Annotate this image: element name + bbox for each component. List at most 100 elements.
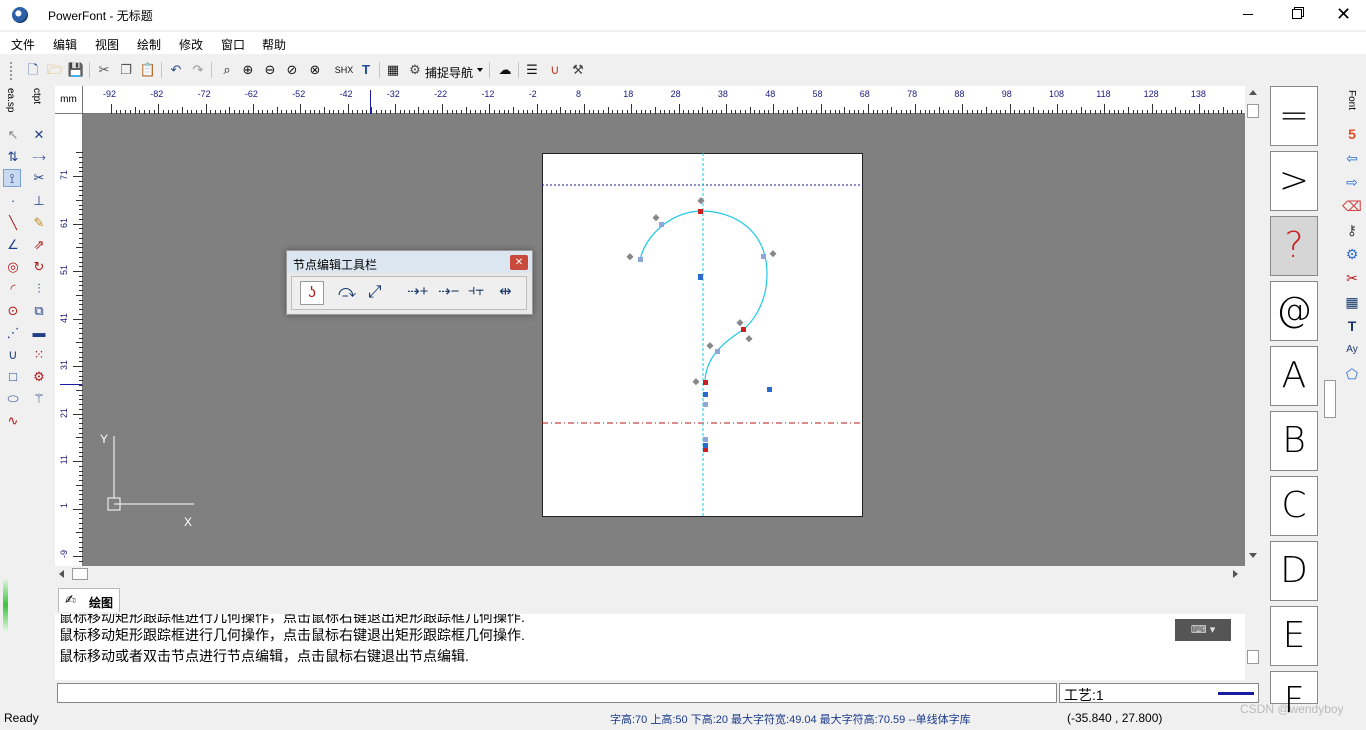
new-file-icon[interactable]: 🗋 bbox=[24, 61, 42, 79]
break-node-icon[interactable]: ⫞⫟ bbox=[468, 282, 485, 299]
text-list-icon[interactable]: ☰ bbox=[523, 61, 541, 79]
point-icon[interactable]: · bbox=[4, 192, 22, 210]
bezier-icon[interactable]: ∿ bbox=[4, 412, 22, 430]
scale-arrow-icon[interactable]: ⇗ bbox=[30, 236, 48, 254]
copy-icon[interactable]: ❐ bbox=[117, 61, 135, 79]
snap-gear-icon[interactable]: ⚙ bbox=[406, 61, 424, 79]
maximize-icon[interactable] bbox=[1292, 9, 1302, 19]
node-edit-icon[interactable]: ⟟ bbox=[3, 169, 21, 187]
snap-navigation-button[interactable]: 捕捉导航 bbox=[425, 64, 473, 81]
close-icon[interactable]: ✕ bbox=[1336, 4, 1351, 24]
menu-draw[interactable]: 绘制 bbox=[137, 36, 161, 53]
horizontal-scroll-thumb[interactable] bbox=[72, 568, 88, 580]
glyph-scroll-thumb[interactable] bbox=[1324, 380, 1336, 418]
glyph-cell[interactable]: B bbox=[1270, 411, 1318, 471]
scroll-left-arrow-icon[interactable] bbox=[59, 570, 64, 578]
grid-icon[interactable]: ▦ bbox=[384, 61, 402, 79]
array-icon[interactable]: ⁙ bbox=[30, 346, 48, 364]
glyph-cell-selected[interactable]: ? bbox=[1270, 216, 1318, 276]
select-arrow-icon[interactable]: ↖ bbox=[4, 126, 22, 144]
eraser-icon[interactable]: ⌫ bbox=[1342, 196, 1362, 216]
glyph-drawing[interactable] bbox=[55, 86, 1245, 566]
save-icon[interactable]: 💾 bbox=[67, 61, 85, 79]
glyph-cell[interactable]: E bbox=[1270, 606, 1318, 666]
menu-file[interactable]: 文件 bbox=[11, 36, 35, 53]
node-toolbar-close-icon[interactable]: ✕ bbox=[510, 255, 528, 270]
left-tab-ctpt[interactable]: ctpt bbox=[31, 88, 42, 104]
pentagon-icon[interactable]: ⬠ bbox=[1342, 364, 1362, 384]
arrow-right-icon[interactable]: ⇨ bbox=[1342, 172, 1362, 192]
key-icon[interactable]: ⚷ bbox=[1342, 220, 1362, 240]
menu-help[interactable]: 帮助 bbox=[262, 36, 286, 53]
text-tool-icon[interactable]: T bbox=[1342, 316, 1362, 336]
canvas-vertical-scrollbar[interactable] bbox=[1245, 86, 1261, 566]
ay-base-icon[interactable]: Ay bbox=[1342, 340, 1362, 360]
cut-icon[interactable]: ✂ bbox=[95, 61, 113, 79]
zoom-previous-icon[interactable]: ⊘ bbox=[283, 61, 301, 79]
glyph-list-scrollbar[interactable] bbox=[1323, 84, 1337, 704]
stamp-icon[interactable]: ⊥ bbox=[30, 192, 48, 210]
glyph-cell[interactable]: = bbox=[1270, 86, 1318, 146]
glyph-cell[interactable]: A bbox=[1270, 346, 1318, 406]
glyph-cell[interactable]: D bbox=[1270, 541, 1318, 601]
vertical-scroll-thumb[interactable] bbox=[1247, 104, 1259, 118]
pencil-icon[interactable]: ✎ bbox=[30, 214, 48, 232]
menu-window[interactable]: 窗口 bbox=[221, 36, 245, 53]
html5-icon[interactable]: 5 bbox=[1342, 124, 1362, 144]
extend-line-icon[interactable]: ⤍ bbox=[30, 148, 48, 166]
command-input[interactable] bbox=[57, 683, 1057, 703]
canvas-horizontal-scrollbar[interactable] bbox=[55, 566, 1245, 582]
settings-gear-icon[interactable]: ⚙ bbox=[1342, 244, 1362, 264]
log-scrollbar[interactable] bbox=[1245, 614, 1261, 680]
scroll-up-arrow-icon[interactable] bbox=[1249, 90, 1257, 95]
shx-button[interactable]: SHX bbox=[333, 61, 355, 79]
angle-line-icon[interactable]: ∠ bbox=[4, 236, 22, 254]
paste-icon[interactable]: 📋 bbox=[139, 61, 157, 79]
menu-modify[interactable]: 修改 bbox=[179, 36, 203, 53]
offset-icon[interactable]: ⧉ bbox=[30, 302, 48, 320]
align-icon[interactable]: ▬ bbox=[30, 324, 48, 342]
open-folder-icon[interactable]: 🗁 bbox=[46, 61, 64, 79]
ellipse-icon[interactable]: ⬭ bbox=[4, 390, 22, 408]
circle-icon[interactable]: ◎ bbox=[4, 258, 22, 276]
minimize-icon[interactable] bbox=[1243, 14, 1253, 15]
scroll-down-arrow-icon[interactable] bbox=[1249, 553, 1257, 558]
glyph-cell[interactable]: F bbox=[1270, 671, 1318, 721]
menu-edit[interactable]: 编辑 bbox=[53, 36, 77, 53]
explode-icon[interactable]: ⚙ bbox=[30, 368, 48, 386]
menu-view[interactable]: 视图 bbox=[95, 36, 119, 53]
chevron-down-icon[interactable] bbox=[477, 68, 483, 72]
curve-to-arc-icon[interactable]: ⤼ bbox=[338, 282, 356, 302]
move-nodes-icon[interactable]: ⇅ bbox=[4, 148, 22, 166]
truetype-icon[interactable]: T bbox=[357, 61, 375, 79]
join-node-icon[interactable]: ⇹ bbox=[499, 282, 512, 300]
cloud-icon[interactable]: ☁ bbox=[496, 61, 514, 79]
glyph-cell[interactable]: C bbox=[1270, 476, 1318, 536]
arc-icon[interactable]: ◜ bbox=[4, 280, 22, 298]
delete-node-icon[interactable]: ⇢− bbox=[438, 282, 459, 300]
table-icon[interactable]: ▦ bbox=[1342, 292, 1362, 312]
line-icon[interactable]: ╲ bbox=[4, 214, 22, 232]
log-scroll-thumb[interactable] bbox=[1247, 650, 1259, 664]
glyph-cell[interactable]: @ bbox=[1270, 281, 1318, 341]
right-tab-font[interactable]: Font bbox=[1346, 90, 1357, 110]
cut-glyph-icon[interactable]: ✂ bbox=[1342, 268, 1362, 288]
trim-icon[interactable]: ✕ bbox=[30, 126, 48, 144]
node-select-icon[interactable]: ʖ bbox=[300, 281, 324, 305]
glyph-cell[interactable]: > bbox=[1270, 151, 1318, 211]
node-toolbar-titlebar[interactable]: 节点编辑工具栏 ✕ bbox=[287, 251, 532, 273]
curve-to-line-icon[interactable]: ⤢ bbox=[368, 282, 382, 302]
tab-draw[interactable]: ✍ 绘图 bbox=[58, 588, 120, 612]
magnet-icon[interactable]: ∪ bbox=[546, 61, 564, 79]
rotate-icon[interactable]: ↻ bbox=[30, 258, 48, 276]
redo-icon[interactable]: ↷ bbox=[189, 61, 207, 79]
node-edit-toolbar[interactable]: 节点编辑工具栏 ✕ ʖ ⤼ ⤢ ⇢+ ⇢− ⫞⫟ ⇹ bbox=[286, 250, 533, 315]
process-field[interactable]: 工艺:1 bbox=[1059, 683, 1259, 703]
polyline-icon[interactable]: ⋰ bbox=[4, 324, 22, 342]
tools-icon[interactable]: ⚒ bbox=[569, 61, 587, 79]
zoom-window-icon[interactable]: ⌕ bbox=[218, 61, 236, 79]
u-curve-icon[interactable]: ∪ bbox=[4, 346, 22, 364]
left-tab-easp[interactable]: ea.sp bbox=[5, 88, 16, 112]
add-node-icon[interactable]: ⇢+ bbox=[407, 282, 428, 300]
mirror-icon[interactable]: ⫶ bbox=[30, 280, 48, 298]
